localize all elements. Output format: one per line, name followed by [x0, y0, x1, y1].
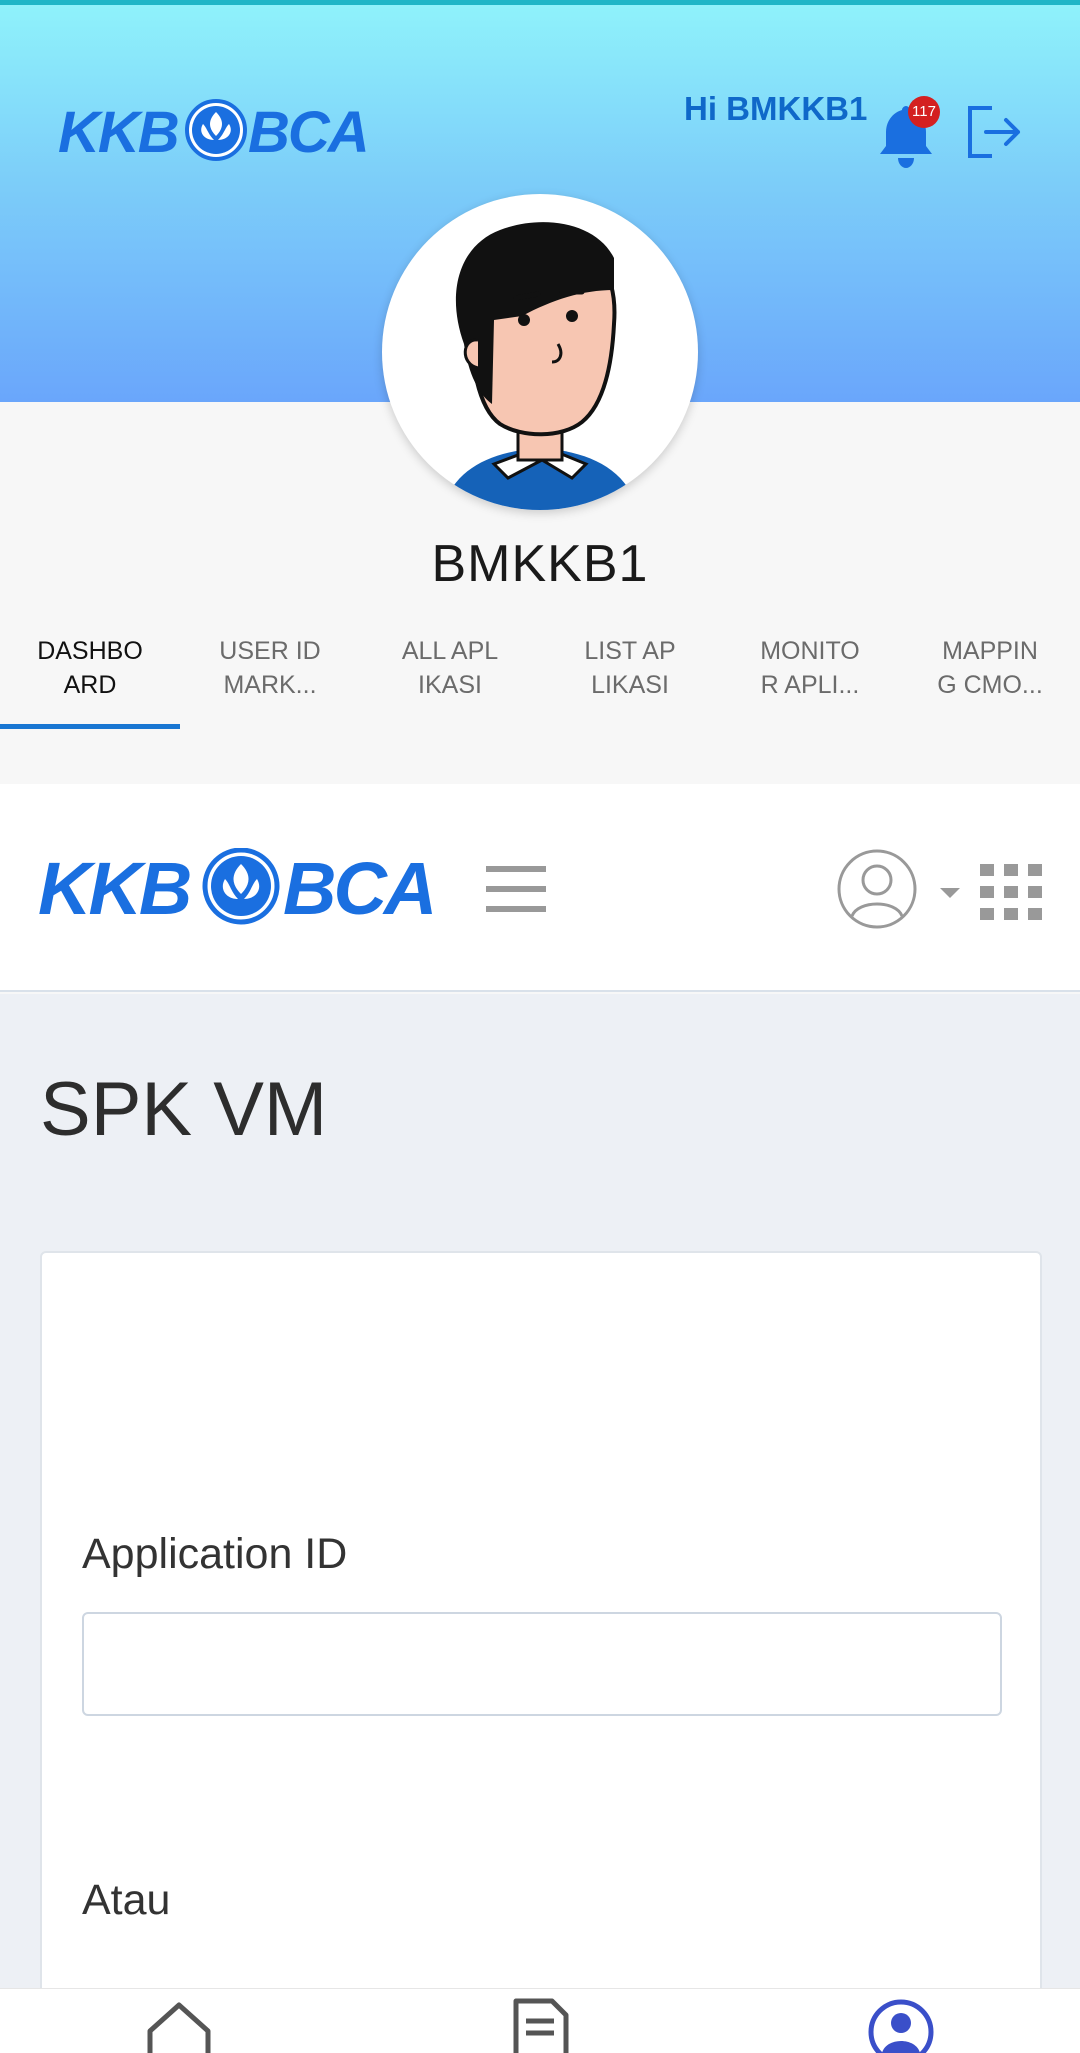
- logout-icon[interactable]: [966, 104, 1024, 160]
- grid-icon[interactable]: [980, 864, 1042, 920]
- application-id-label: Application ID: [82, 1530, 348, 1578]
- document-icon[interactable]: [506, 1997, 576, 2053]
- active-tab-indicator: [0, 724, 180, 729]
- tab-list-aplikasi[interactable]: LIST AP LIKASI: [540, 628, 720, 732]
- tab-label: LIST AP LIKASI: [584, 637, 676, 699]
- tab-mapping-cmo[interactable]: MAPPIN G CMO...: [900, 628, 1080, 732]
- tab-dashboard[interactable]: DASHBO ARD: [0, 628, 180, 732]
- hamburger-icon[interactable]: [486, 864, 546, 914]
- tab-label: USER ID MARK...: [219, 637, 321, 699]
- svg-text:BCA: BCA: [283, 848, 434, 928]
- svg-text:KKB: KKB: [58, 100, 178, 164]
- kkb-bca-logo: KKB BCA: [38, 847, 448, 933]
- tab-bar: DASHBO ARD USER ID MARK... ALL APL IKASI…: [0, 628, 1080, 732]
- chevron-down-icon[interactable]: [938, 886, 962, 900]
- profile-username: BMKKB1: [431, 535, 649, 593]
- profile-icon[interactable]: [866, 1997, 936, 2053]
- tab-user-id-mark[interactable]: USER ID MARK...: [180, 628, 360, 732]
- tab-all-aplikasi[interactable]: ALL APL IKASI: [360, 628, 540, 732]
- home-icon[interactable]: [144, 1997, 214, 2053]
- avatar[interactable]: [382, 194, 698, 510]
- kkb-bca-logo: KKB BCA: [58, 98, 374, 169]
- svg-text:BCA: BCA: [248, 100, 368, 164]
- notification-badge: 117: [908, 96, 940, 128]
- page-title: SPK VM: [40, 1067, 328, 1152]
- or-label: Atau: [82, 1876, 171, 1924]
- tab-monitor-aplikasi[interactable]: MONITO R APLI...: [720, 628, 900, 732]
- svg-text:KKB: KKB: [38, 848, 190, 928]
- user-circle-icon[interactable]: [836, 848, 918, 930]
- application-id-input[interactable]: [82, 1612, 1002, 1716]
- tab-label: MONITO R APLI...: [760, 637, 860, 699]
- tab-label: MAPPIN G CMO...: [937, 637, 1043, 699]
- tab-label: ALL APL IKASI: [401, 637, 499, 699]
- tab-label: DASHBO ARD: [37, 637, 143, 699]
- greeting-text: Hi BMKKB1: [684, 90, 868, 127]
- bottom-nav: [0, 1988, 1080, 2053]
